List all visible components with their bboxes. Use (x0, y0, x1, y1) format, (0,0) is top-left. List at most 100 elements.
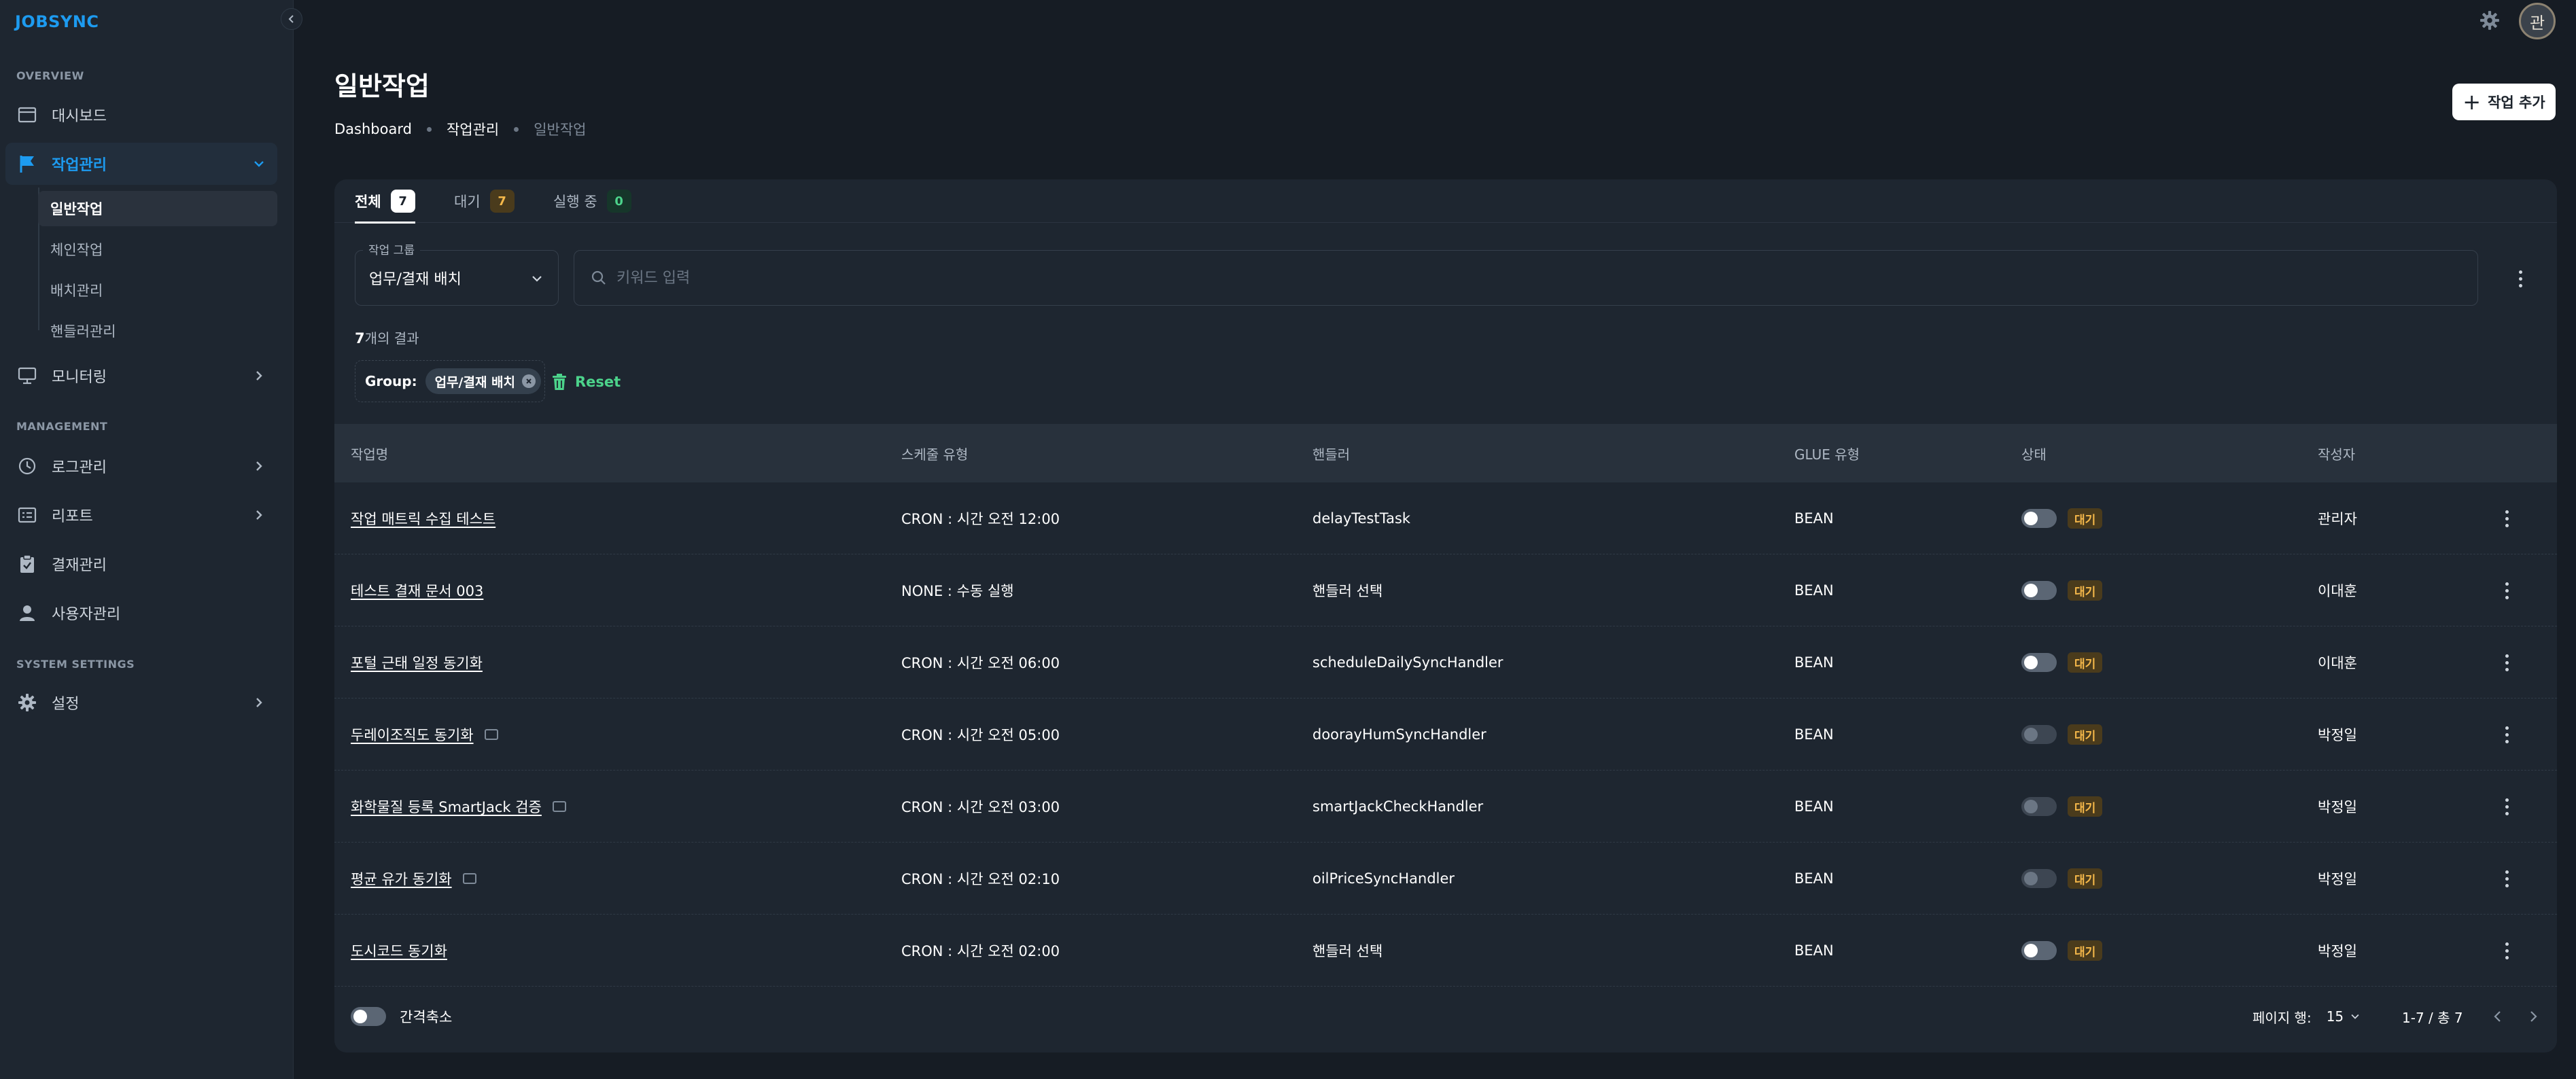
table-row[interactable]: 도시코드 동기화 CRON : 시간 오전 02:00 핸들러 선택 BEAN 대기 박정… (334, 915, 2557, 987)
next-page-button[interactable] (2526, 1003, 2541, 1030)
filter-more-button[interactable] (2509, 266, 2531, 291)
row-more-button[interactable] (2496, 794, 2518, 819)
kebab-icon (2505, 798, 2509, 815)
settings-gear-button[interactable] (2476, 7, 2503, 34)
sidebar-sub-general-jobs[interactable]: 일반작업 (38, 191, 277, 226)
add-job-button[interactable]: + 작업 추가 (2452, 84, 2556, 120)
col-schedule-type[interactable]: 스케줄 유형 (901, 424, 968, 482)
job-enable-toggle[interactable] (2021, 725, 2057, 744)
table-row[interactable]: 테스트 결재 문서 003 NONE : 수동 실행 핸들러 선택 BEAN 대기 이대훈 (334, 554, 2557, 626)
sidebar-sub-batch-mgmt[interactable]: 배치관리 (38, 272, 277, 308)
schedule-cell: CRON : 시간 오전 05:00 (901, 727, 1060, 743)
rows-per-page: 페이지 행: 15 (2252, 1003, 2361, 1030)
table-row[interactable]: 작업 매트릭 수집 테스트 CRON : 시간 오전 12:00 delayTest… (334, 482, 2557, 554)
job-enable-toggle[interactable] (2021, 509, 2057, 528)
tab-running[interactable]: 실행 중 0 (553, 179, 631, 223)
job-enable-toggle[interactable] (2021, 581, 2057, 600)
handler-cell: scheduleDailySyncHandler (1312, 654, 1503, 671)
job-group-select[interactable]: 업무/결재 배치 (355, 250, 559, 306)
sidebar-sub-chain-jobs[interactable]: 체인작업 (38, 232, 277, 267)
chevron-right-icon (2530, 1011, 2537, 1022)
sidebar-item-dashboard[interactable]: 대시보드 (5, 94, 277, 136)
external-link-icon[interactable] (462, 873, 476, 884)
section-system-settings: SYSTEM SETTINGS (16, 658, 135, 671)
breadcrumb-dashboard[interactable]: Dashboard (334, 121, 412, 137)
job-enable-toggle[interactable] (2021, 653, 2057, 672)
sidebar-collapse-button[interactable] (281, 8, 302, 30)
col-status[interactable]: 상태 (2021, 424, 2047, 482)
search-input[interactable] (616, 269, 2384, 287)
external-link-icon[interactable] (484, 729, 498, 740)
search-field[interactable] (574, 250, 2478, 306)
handler-cell: 핸들러 선택 (1312, 943, 1383, 959)
kebab-icon (2505, 942, 2509, 959)
job-enable-toggle[interactable] (2021, 869, 2057, 888)
col-handler[interactable]: 핸들러 (1312, 424, 1350, 482)
kebab-icon (2505, 654, 2509, 671)
table-row[interactable]: 평균 유가 동기화 CRON : 시간 오전 02:10 oilPriceSyncH… (334, 843, 2557, 915)
reset-filters-button[interactable]: Reset (552, 368, 621, 395)
external-link-icon[interactable] (552, 801, 566, 812)
glue-type-cell: BEAN (1794, 870, 1834, 887)
dense-toggle[interactable] (351, 1007, 386, 1026)
breadcrumb-job-mgmt[interactable]: 작업관리 (447, 119, 499, 139)
col-author[interactable]: 작성자 (2318, 424, 2355, 482)
breadcrumb-separator (514, 126, 519, 132)
job-enable-toggle[interactable] (2021, 941, 2057, 960)
row-more-button[interactable] (2496, 722, 2518, 747)
result-count-number: 7 (355, 330, 365, 347)
prev-page-button[interactable] (2490, 1003, 2505, 1030)
sidebar-item-users[interactable]: 사용자관리 (5, 592, 277, 634)
kebab-icon (2505, 582, 2509, 599)
author-cell: 이대훈 (2318, 655, 2357, 671)
sidebar-item-settings[interactable]: 설정 (5, 682, 277, 724)
status-badge: 대기 (2068, 868, 2103, 889)
sidebar-item-job-mgmt[interactable]: 작업관리 (5, 143, 277, 185)
col-glue-type[interactable]: GLUE 유형 (1794, 424, 1860, 482)
sidebar-item-approval[interactable]: 결재관리 (5, 543, 277, 585)
pagination-range: 1-7 / 총 7 (2402, 1009, 2463, 1026)
col-job-name[interactable]: 작업명 (351, 424, 388, 482)
row-more-button[interactable] (2496, 506, 2518, 531)
sidebar-item-label: 리포트 (52, 508, 93, 525)
rows-per-page-select[interactable]: 15 (2327, 1008, 2361, 1025)
result-count: 7개의 결과 (355, 328, 419, 347)
glue-type-cell: BEAN (1794, 726, 1834, 743)
sidebar-item-report[interactable]: 리포트 (5, 494, 277, 536)
table-row[interactable]: 포털 근태 일정 동기화 CRON : 시간 오전 06:00 scheduleDa… (334, 626, 2557, 698)
sidebar-item-label: 작업관리 (52, 157, 107, 174)
tab-waiting[interactable]: 대기 7 (454, 179, 515, 223)
row-more-button[interactable] (2496, 578, 2518, 603)
dense-label: 간격축소 (400, 1009, 453, 1025)
chevron-down-icon (532, 276, 542, 282)
sidebar-item-label: 모니터링 (52, 369, 107, 386)
table-row[interactable]: 두레이조직도 동기화 CRON : 시간 오전 05:00 doorayHumSyn… (334, 698, 2557, 771)
sidebar-item-monitoring[interactable]: 모니터링 (5, 355, 277, 397)
sidebar-sub-handler-mgmt[interactable]: 핸들러관리 (38, 313, 277, 349)
table-row[interactable]: 화학물질 등록 SmartJack 검증 CRON : 시간 오전 03:00 sm… (334, 771, 2557, 843)
job-name-link[interactable]: 도시코드 동기화 (351, 940, 447, 961)
sidebar-item-log-mgmt[interactable]: 로그관리 (5, 445, 277, 487)
job-name-link[interactable]: 평균 유가 동기화 (351, 868, 452, 889)
kebab-icon (2505, 510, 2509, 527)
chevron-right-icon (256, 461, 262, 471)
app-logo[interactable]: JOBSYNC (15, 12, 99, 31)
author-cell: 박정일 (2318, 727, 2357, 743)
job-name-link[interactable]: 작업 매트릭 수집 테스트 (351, 508, 495, 529)
job-name-link[interactable]: 화학물질 등록 SmartJack 검증 (351, 796, 542, 817)
row-more-button[interactable] (2496, 938, 2518, 963)
row-more-button[interactable] (2496, 866, 2518, 891)
job-name-link[interactable]: 두레이조직도 동기화 (351, 724, 474, 745)
chevron-left-icon (288, 15, 294, 23)
status-cell: 대기 (2021, 482, 2103, 554)
avatar[interactable]: 관 (2519, 3, 2556, 39)
row-more-button[interactable] (2496, 650, 2518, 675)
chevron-right-icon (256, 698, 262, 707)
job-name-link[interactable]: 테스트 결재 문서 003 (351, 580, 483, 601)
job-enable-toggle[interactable] (2021, 797, 2057, 816)
chip-remove-button[interactable] (522, 374, 536, 388)
tab-all[interactable]: 전체 7 (355, 179, 415, 224)
status-badge: 대기 (2068, 580, 2103, 601)
active-filter-group: Group: 업무/결재 배치 (355, 360, 545, 402)
job-name-link[interactable]: 포털 근태 일정 동기화 (351, 652, 483, 673)
